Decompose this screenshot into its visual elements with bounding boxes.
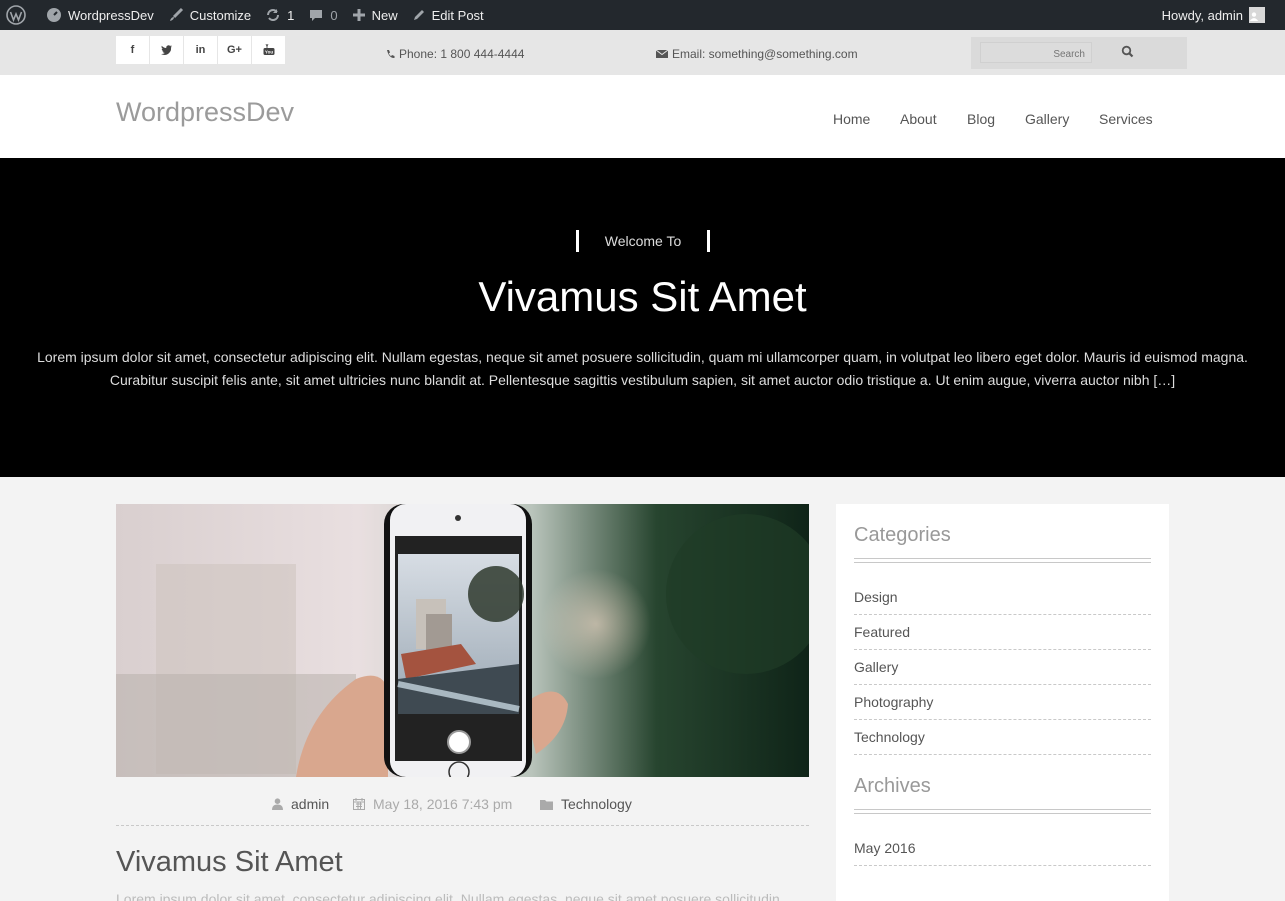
- admin-account-menu[interactable]: Howdy, admin: [1155, 0, 1285, 30]
- post-author[interactable]: admin: [272, 796, 329, 812]
- top-info-bar: f t in G+ You yt Phone: 1 800 444-4444 E…: [0, 30, 1285, 75]
- brush-icon: [169, 7, 183, 21]
- email-info: Email: something@something.com: [656, 47, 858, 61]
- admin-edit-post-link[interactable]: Edit Post: [405, 0, 491, 30]
- user-icon: [272, 798, 283, 810]
- category-item-technology[interactable]: Technology: [854, 720, 1151, 755]
- site-header: WordpressDev Home About Blog Gallery Ser…: [0, 75, 1285, 158]
- calendar-icon: [353, 798, 365, 810]
- admin-comments-count: 0: [330, 7, 338, 23]
- nav-item-gallery[interactable]: Gallery: [1025, 111, 1069, 127]
- dashboard-icon: [47, 8, 61, 22]
- admin-new-link[interactable]: New: [345, 0, 405, 30]
- phone-info: Phone: 1 800 444-4444: [386, 47, 524, 61]
- archives-widget-title: Archives: [854, 775, 931, 797]
- youtube-icon[interactable]: You yt: [252, 36, 285, 64]
- category-item-photography[interactable]: Photography: [854, 685, 1151, 720]
- search-icon[interactable]: [1121, 45, 1134, 63]
- post-title[interactable]: Vivamus Sit Amet: [116, 846, 343, 879]
- category-item-featured[interactable]: Featured: [854, 615, 1151, 650]
- folder-icon: [540, 799, 553, 810]
- hero-section: Welcome To Vivamus Sit Amet Lorem ipsum …: [0, 158, 1285, 477]
- post-excerpt: Lorem ipsum dolor sit amet, consectetur …: [116, 891, 784, 901]
- post-featured-image[interactable]: [116, 504, 809, 777]
- post-meta: admin May 18, 2016 7:43 pm Technology: [116, 796, 809, 826]
- nav-item-services[interactable]: Services: [1099, 111, 1153, 127]
- phone-text: Phone: 1 800 444-4444: [399, 47, 525, 61]
- social-links: f t in G+ You yt: [116, 36, 285, 64]
- categories-widget-title: Categories: [854, 524, 951, 546]
- nav-item-home[interactable]: Home: [833, 111, 870, 127]
- nav-item-about[interactable]: About: [900, 111, 937, 127]
- admin-comments-link[interactable]: 0: [301, 0, 344, 30]
- comment-icon: [310, 10, 323, 21]
- admin-site-name-link[interactable]: WordpressDev: [39, 0, 161, 30]
- plus-icon: [352, 9, 365, 21]
- divider: [854, 809, 1151, 814]
- twitter-icon[interactable]: t: [150, 36, 183, 64]
- hero-welcome: Welcome To: [576, 230, 710, 252]
- admin-new-label: New: [371, 7, 398, 23]
- archive-item-may-2016[interactable]: May 2016: [854, 831, 1151, 866]
- hero-title[interactable]: Vivamus Sit Amet: [0, 273, 1285, 321]
- admin-customize-link[interactable]: Customize: [161, 0, 258, 30]
- site-title[interactable]: WordpressDev: [116, 97, 294, 128]
- phone-icon: [387, 50, 395, 59]
- divider: [854, 558, 1151, 563]
- post-author-name: admin: [291, 796, 330, 812]
- admin-updates-count: 1: [287, 7, 295, 23]
- updates-icon: [267, 9, 280, 21]
- category-item-design[interactable]: Design: [854, 580, 1151, 615]
- search-form: [971, 37, 1187, 69]
- sidebar: Categories Design Featured Gallery Photo…: [836, 504, 1169, 901]
- post-date: May 18, 2016 7:43 pm: [353, 796, 512, 812]
- svg-text:You: You: [264, 50, 272, 55]
- category-item-gallery[interactable]: Gallery: [854, 650, 1151, 685]
- search-input[interactable]: [980, 42, 1092, 63]
- facebook-icon[interactable]: f: [116, 36, 149, 64]
- admin-edit-post-label: Edit Post: [431, 7, 484, 23]
- envelope-icon: [656, 49, 668, 58]
- avatar: [1249, 7, 1265, 23]
- admin-updates-link[interactable]: 1: [258, 0, 301, 30]
- email-text: Email: something@something.com: [672, 47, 858, 61]
- admin-customize-label: Customize: [189, 7, 252, 23]
- google-plus-icon[interactable]: G+: [218, 36, 251, 64]
- nav-item-blog[interactable]: Blog: [967, 111, 995, 127]
- admin-site-name: WordpressDev: [68, 7, 154, 23]
- admin-bar: WordpressDev Customize 1 0 New Edit Post…: [0, 0, 1285, 30]
- linkedin-icon[interactable]: in: [184, 36, 217, 64]
- hero-text: Lorem ipsum dolor sit amet, consectetur …: [37, 349, 1248, 388]
- admin-greeting: Howdy, admin: [1161, 7, 1243, 23]
- wordpress-logo-icon[interactable]: [0, 0, 39, 30]
- post-date-text: May 18, 2016 7:43 pm: [373, 796, 513, 812]
- post-category-name: Technology: [561, 796, 632, 812]
- pencil-icon: [413, 10, 424, 20]
- post-category[interactable]: Technology: [540, 796, 632, 812]
